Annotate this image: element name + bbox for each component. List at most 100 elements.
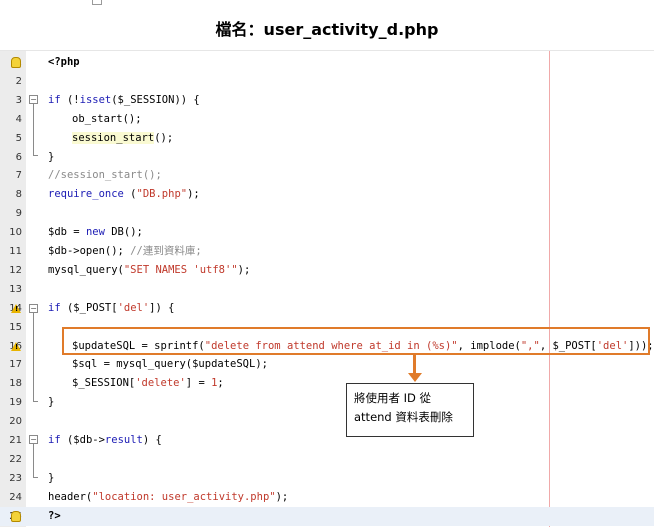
code-line[interactable]: 18 $_SESSION['delete'] = 1; [0, 374, 654, 393]
code-token: 'del' [117, 301, 150, 314]
code-line[interactable]: 22 [0, 450, 654, 469]
warning-mark: ! [15, 304, 19, 313]
code-line[interactable]: 10 $db = new DB(); [0, 223, 654, 242]
code-text: } [48, 393, 54, 412]
code-text: } [48, 148, 54, 167]
code-token: result [104, 434, 143, 446]
code-token: $_SESSION[ [72, 377, 136, 390]
line-number: 9 [15, 208, 22, 220]
line-number: 19 [9, 397, 22, 409]
code-line[interactable]: 7 //session_start(); [0, 166, 654, 185]
code-line[interactable]: 11 $db->open(); //連到資料庫; [0, 242, 654, 261]
line-number: 10 [9, 227, 22, 239]
code-token: ); [275, 490, 289, 503]
code-line[interactable]: 20 [0, 412, 654, 431]
code-token: if [48, 93, 61, 106]
code-token: } [48, 396, 55, 409]
code-token: 'delete' [135, 377, 186, 390]
code-token: if [48, 434, 61, 446]
line-number: 4 [15, 113, 22, 125]
line-number: 12 [9, 264, 22, 276]
code-token: mysql_query( [48, 263, 124, 276]
code-token: DB(); [104, 226, 143, 239]
callout-arrow [413, 355, 416, 375]
warning-mark: ! [15, 342, 19, 351]
code-token: new [85, 226, 105, 239]
code-token: ); [187, 188, 200, 201]
code-token: $sql = mysql_query($updateSQL); [72, 358, 268, 371]
lightbulb-icon[interactable] [11, 510, 21, 522]
code-text: if ($_POST['del']) { [48, 299, 174, 318]
code-token: //連到資料庫; [130, 245, 202, 257]
code-line[interactable]: 12 mysql_query("SET NAMES 'utf8'"); [0, 261, 654, 280]
line-number: 20 [9, 416, 22, 428]
code-token: if [48, 301, 61, 314]
code-token: ); [237, 263, 251, 276]
code-line[interactable]: 24 header("location: user_activity.php"); [0, 488, 654, 507]
line-number: 5 [15, 132, 22, 144]
code-line[interactable]: 5 session_start(); [0, 129, 654, 148]
code-line[interactable]: 14! if ($_POST['del']) { [0, 299, 654, 318]
code-token: ($_POST[ [60, 301, 118, 314]
code-token: ]) { [149, 301, 175, 314]
code-token: ob_start(); [72, 112, 142, 125]
code-token: ( [123, 188, 137, 201]
code-token: <?php [48, 56, 80, 68]
code-line[interactable]: 13 [0, 280, 654, 299]
line-number: 7 [15, 170, 22, 182]
line-number: 17 [9, 359, 22, 371]
code-token: header( [48, 490, 93, 503]
code-token: //session_start(); [48, 169, 162, 182]
code-token: ] = [185, 377, 212, 390]
code-token: ; [217, 377, 224, 390]
code-line[interactable]: 3 if (!isset($_SESSION)) { [0, 91, 654, 110]
code-line[interactable]: 21 if ($db->result) { [0, 431, 654, 450]
callout-line-2: attend 資料表刪除 [354, 410, 453, 424]
page-title: 檔名：user_activity_d.php [215, 20, 439, 39]
code-line[interactable]: 2 [0, 72, 654, 91]
line-number: 13 [9, 283, 22, 295]
code-text: $_SESSION['delete'] = 1; [72, 374, 224, 393]
code-token: (); [154, 131, 174, 144]
code-token: ($_SESSION)) { [111, 93, 200, 106]
code-text: ?> [48, 507, 61, 526]
line-number: 8 [15, 189, 22, 201]
code-line[interactable]: 25?> [0, 506, 654, 526]
code-line[interactable]: 1<?php [0, 53, 654, 72]
code-text: header("location: user_activity.php"); [48, 488, 288, 507]
code-token: session_start [72, 131, 155, 144]
code-text: if ($db->result) { [48, 431, 162, 450]
line-number: 24 [9, 491, 22, 503]
line-number: 18 [9, 378, 22, 390]
highlight-box [62, 327, 650, 355]
code-line[interactable]: 9 [0, 204, 654, 223]
code-text: //session_start(); [48, 166, 162, 185]
line-number: 15 [9, 321, 22, 333]
code-editor[interactable]: − − − 1<?php23if (!isset($_SESSION)) {4o… [0, 50, 654, 527]
code-line[interactable]: 4 ob_start(); [0, 110, 654, 129]
line-number: 22 [9, 453, 22, 465]
code-text: mysql_query("SET NAMES 'utf8'"); [48, 261, 250, 280]
line-number: 23 [9, 472, 22, 484]
code-line[interactable]: 17 $sql = mysql_query($updateSQL); [0, 355, 654, 374]
code-line[interactable]: 6} [0, 148, 654, 167]
code-text: <?php [48, 53, 80, 72]
callout-note: 將使用者 ID 從 attend 資料表刪除 [346, 383, 474, 437]
line-number: 3 [15, 94, 22, 106]
code-line[interactable]: 8 require_once ("DB.php"); [0, 185, 654, 204]
code-token: } [48, 471, 55, 484]
code-text: $db = new DB(); [48, 223, 143, 242]
line-number: 21 [9, 435, 22, 446]
code-token: "location: user_activity.php" [92, 490, 276, 503]
code-line[interactable]: 19} [0, 393, 654, 412]
code-token: isset [79, 93, 112, 106]
code-token: $db = [48, 226, 86, 239]
code-token: (! [60, 93, 80, 106]
code-text: } [48, 469, 54, 488]
code-token: ?> [48, 509, 61, 522]
code-text: session_start(); [72, 129, 173, 148]
code-token: "SET NAMES 'utf8'" [123, 263, 238, 276]
code-token: ) { [142, 434, 162, 446]
lightbulb-icon[interactable] [11, 57, 21, 68]
code-line[interactable]: 23} [0, 469, 654, 488]
